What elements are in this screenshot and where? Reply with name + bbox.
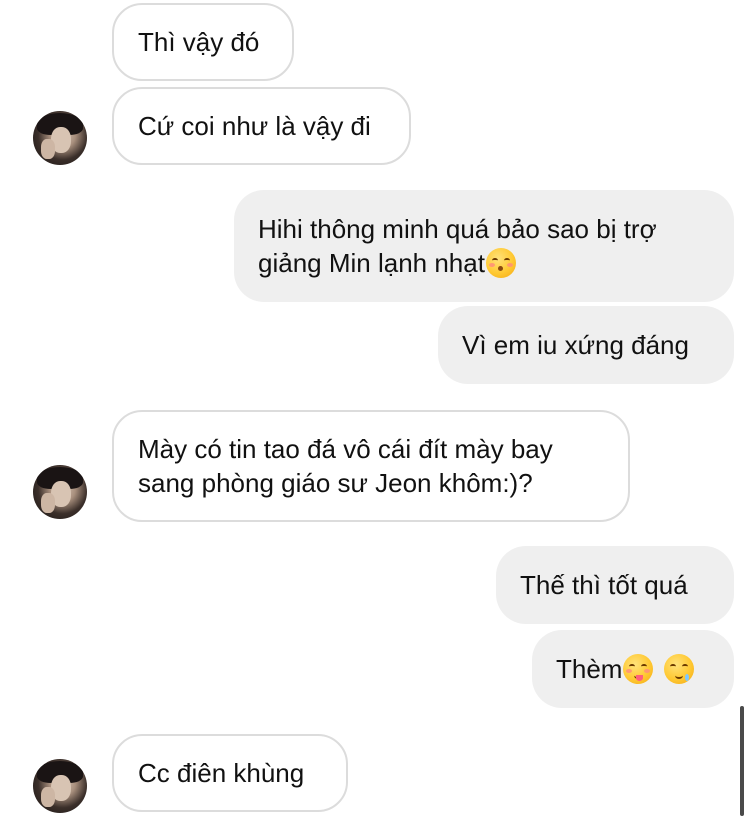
kissing-face-closed-eyes-icon [485,248,516,278]
outgoing-message-bubble[interactable]: Thèm [532,630,734,708]
incoming-message-bubble[interactable]: Cc điên khùng [112,734,348,812]
incoming-message-bubble[interactable]: Mày có tin tao đá vô cái đít mày bay san… [112,410,630,522]
message-text: Vì em iu xứng đáng [462,330,689,360]
message-text: Cứ coi như là vậy đi [138,111,371,141]
message-text: Mày có tin tao đá vô cái đít mày bay san… [138,434,553,498]
outgoing-message-bubble[interactable]: Thế thì tốt quá [496,546,734,624]
message-text: Hihi thông minh quá bảo sao bị trợ giảng… [258,214,657,278]
avatar-hand [41,139,55,159]
outgoing-message-bubble[interactable]: Hihi thông minh quá bảo sao bị trợ giảng… [234,190,734,302]
message-text: Thì vậy đó [138,27,260,57]
drooling-face-icon [664,654,695,684]
message-text: Thèm [556,654,623,684]
message-text-wrap: Hihi thông minh quá bảo sao bị trợ giảng… [258,212,710,280]
contact-avatar[interactable] [33,759,87,813]
chat-thread: Thì vậy đó Cứ coi như là vậy đi Hihi thô… [0,0,750,819]
face-savoring-food-icon [623,654,654,684]
incoming-message-bubble[interactable]: Thì vậy đó [112,3,294,81]
outgoing-message-bubble[interactable]: Vì em iu xứng đáng [438,306,734,384]
avatar-hand [41,787,55,807]
message-text: Thế thì tốt quá [520,570,688,600]
scrollbar[interactable] [740,706,744,816]
avatar-hand [41,493,55,513]
incoming-message-bubble[interactable]: Cứ coi như là vậy đi [112,87,411,165]
contact-avatar[interactable] [33,465,87,519]
contact-avatar[interactable] [33,111,87,165]
message-text: Cc điên khùng [138,758,305,788]
